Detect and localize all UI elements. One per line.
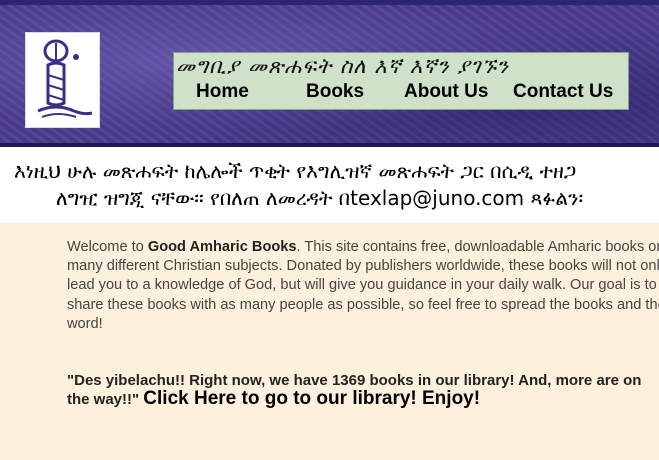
- nav-link-home[interactable]: Home: [196, 81, 249, 103]
- nav-link-about-us[interactable]: About Us: [404, 81, 488, 103]
- site-logo[interactable]: [25, 32, 100, 128]
- nav-link-books[interactable]: Books: [306, 81, 364, 103]
- site-name: Good Amharic Books: [147, 239, 297, 255]
- amharic-banner-line-2: ለግዢ ዝግጂ ናቸው፡፡ የበለጠ ለመረዳት በtexlap@juno.co…: [56, 186, 584, 210]
- welcome-paragraph: Welcome to Good Amharic Books. This site…: [67, 238, 659, 334]
- nav-amharic-labels: መግቢያ መጽሐፍት ስለ እኛ እኛን ያገኙን: [176, 54, 509, 78]
- welcome-prefix: Welcome to: [67, 239, 148, 255]
- library-link[interactable]: Click Here to go to our library! Enjoy!: [143, 388, 480, 409]
- library-announcement: "Des yibelachu!! Right now, we have 1369…: [67, 372, 659, 409]
- amharic-banner-line-1: እነዚህ ሁሉ መጽሐፍት ከሌሎች ጥቂት የእግሊዝኛ መጽሐፍት ጋር በ…: [14, 159, 577, 183]
- nav-link-contact-us[interactable]: Contact Us: [513, 81, 613, 103]
- candle-logo-icon: [37, 39, 93, 118]
